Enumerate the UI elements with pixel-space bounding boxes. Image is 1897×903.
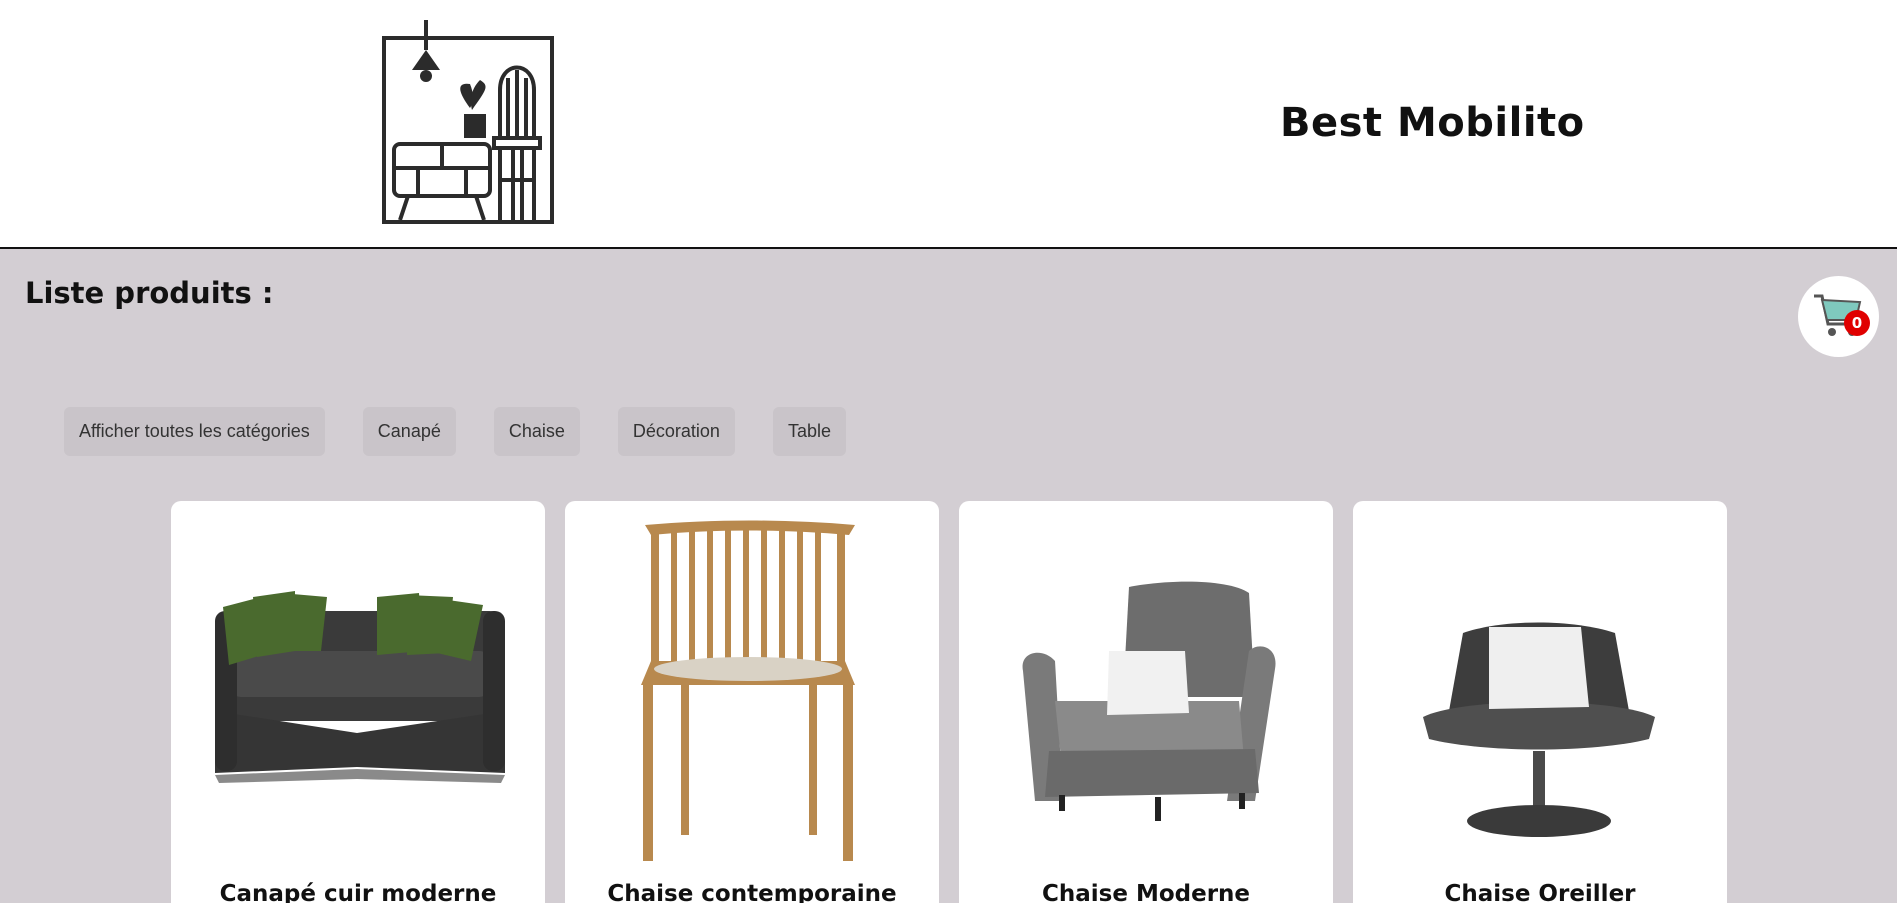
filter-chaise-button[interactable]: Chaise [493, 407, 580, 456]
furniture-frame-logo[interactable] [378, 20, 558, 226]
product-name: Chaise Oreiller [1444, 881, 1636, 903]
filter-all-button[interactable]: Afficher toutes les catégories [64, 407, 325, 456]
filter-decoration-button[interactable]: Décoration [617, 407, 735, 456]
product-card[interactable]: Canapé cuir moderne [171, 501, 545, 903]
filter-table-button[interactable]: Table [772, 407, 846, 456]
product-name: Canapé cuir moderne [219, 881, 497, 903]
sofa-image [215, 591, 505, 783]
cart-button[interactable]: 0 [1798, 276, 1879, 357]
cart-count-badge: 0 [1844, 310, 1870, 336]
category-filters: Afficher toutes les catégories Canapé Ch… [64, 407, 846, 456]
armchair-image [1022, 581, 1276, 821]
product-card[interactable]: Chaise Oreiller [1353, 501, 1727, 903]
product-name: Chaise Moderne [1041, 881, 1251, 903]
product-card[interactable]: Chaise Moderne [959, 501, 1333, 903]
product-grid: Canapé cuir moderne Chaise contemporaine… [171, 501, 1727, 903]
filter-canape-button[interactable]: Canapé [362, 407, 456, 456]
product-name: Chaise contemporaine [607, 881, 897, 903]
swivel-chair-image [1423, 622, 1655, 837]
product-card[interactable]: Chaise contemporaine [565, 501, 939, 903]
page-title: Liste produits : [25, 276, 274, 310]
wooden-chair-image [641, 520, 855, 861]
brand-name: Best Mobilito [1280, 100, 1585, 146]
site-header: Best Mobilito [0, 0, 1897, 249]
